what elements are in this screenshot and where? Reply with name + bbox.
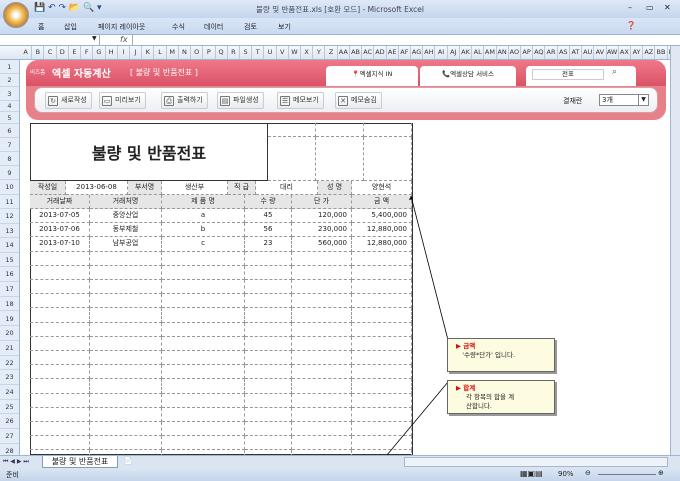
- insert-sheet-icon[interactable]: 📄: [124, 457, 133, 465]
- comment-amount: ▶ 금액 '수량*단가' 입니다.: [447, 338, 555, 372]
- office-button[interactable]: [3, 2, 29, 28]
- comment-text: 각 항목의 합을 계산합니다.: [466, 393, 515, 410]
- comment-title: 합계: [463, 384, 476, 392]
- comment-title: 금액: [463, 342, 476, 350]
- comment-line: [410, 195, 449, 341]
- status-ready: 준비: [6, 471, 19, 479]
- zoom-out-button[interactable]: ⊖: [585, 469, 591, 477]
- tab-sheet[interactable]: 불량 및 반품전표: [42, 456, 118, 468]
- comment-line: [386, 381, 449, 456]
- tab-nav-buttons[interactable]: ⏮ ◀ ▶ ⏭: [3, 458, 29, 466]
- horizontal-scrollbar[interactable]: [404, 457, 668, 467]
- comment-total: ▶ 합계 각 항목의 합을 계산합니다.: [447, 380, 555, 414]
- comment-connectors: [386, 195, 449, 456]
- view-buttons[interactable]: ▦▣▤: [520, 469, 543, 478]
- status-bar: 준비 ▦▣▤ 90% ⊖ ⊕: [0, 468, 680, 481]
- zoom-in-button[interactable]: ⊕: [658, 469, 664, 477]
- arrow-head: [409, 196, 413, 200]
- zoom-level: 90%: [558, 470, 574, 478]
- sheet-tabs-bar: ⏮ ◀ ▶ ⏭ 불량 및 반품전표 📄: [0, 455, 680, 468]
- zoom-slider[interactable]: [598, 474, 656, 475]
- comment-text: '수량*단가' 입니다.: [462, 351, 516, 359]
